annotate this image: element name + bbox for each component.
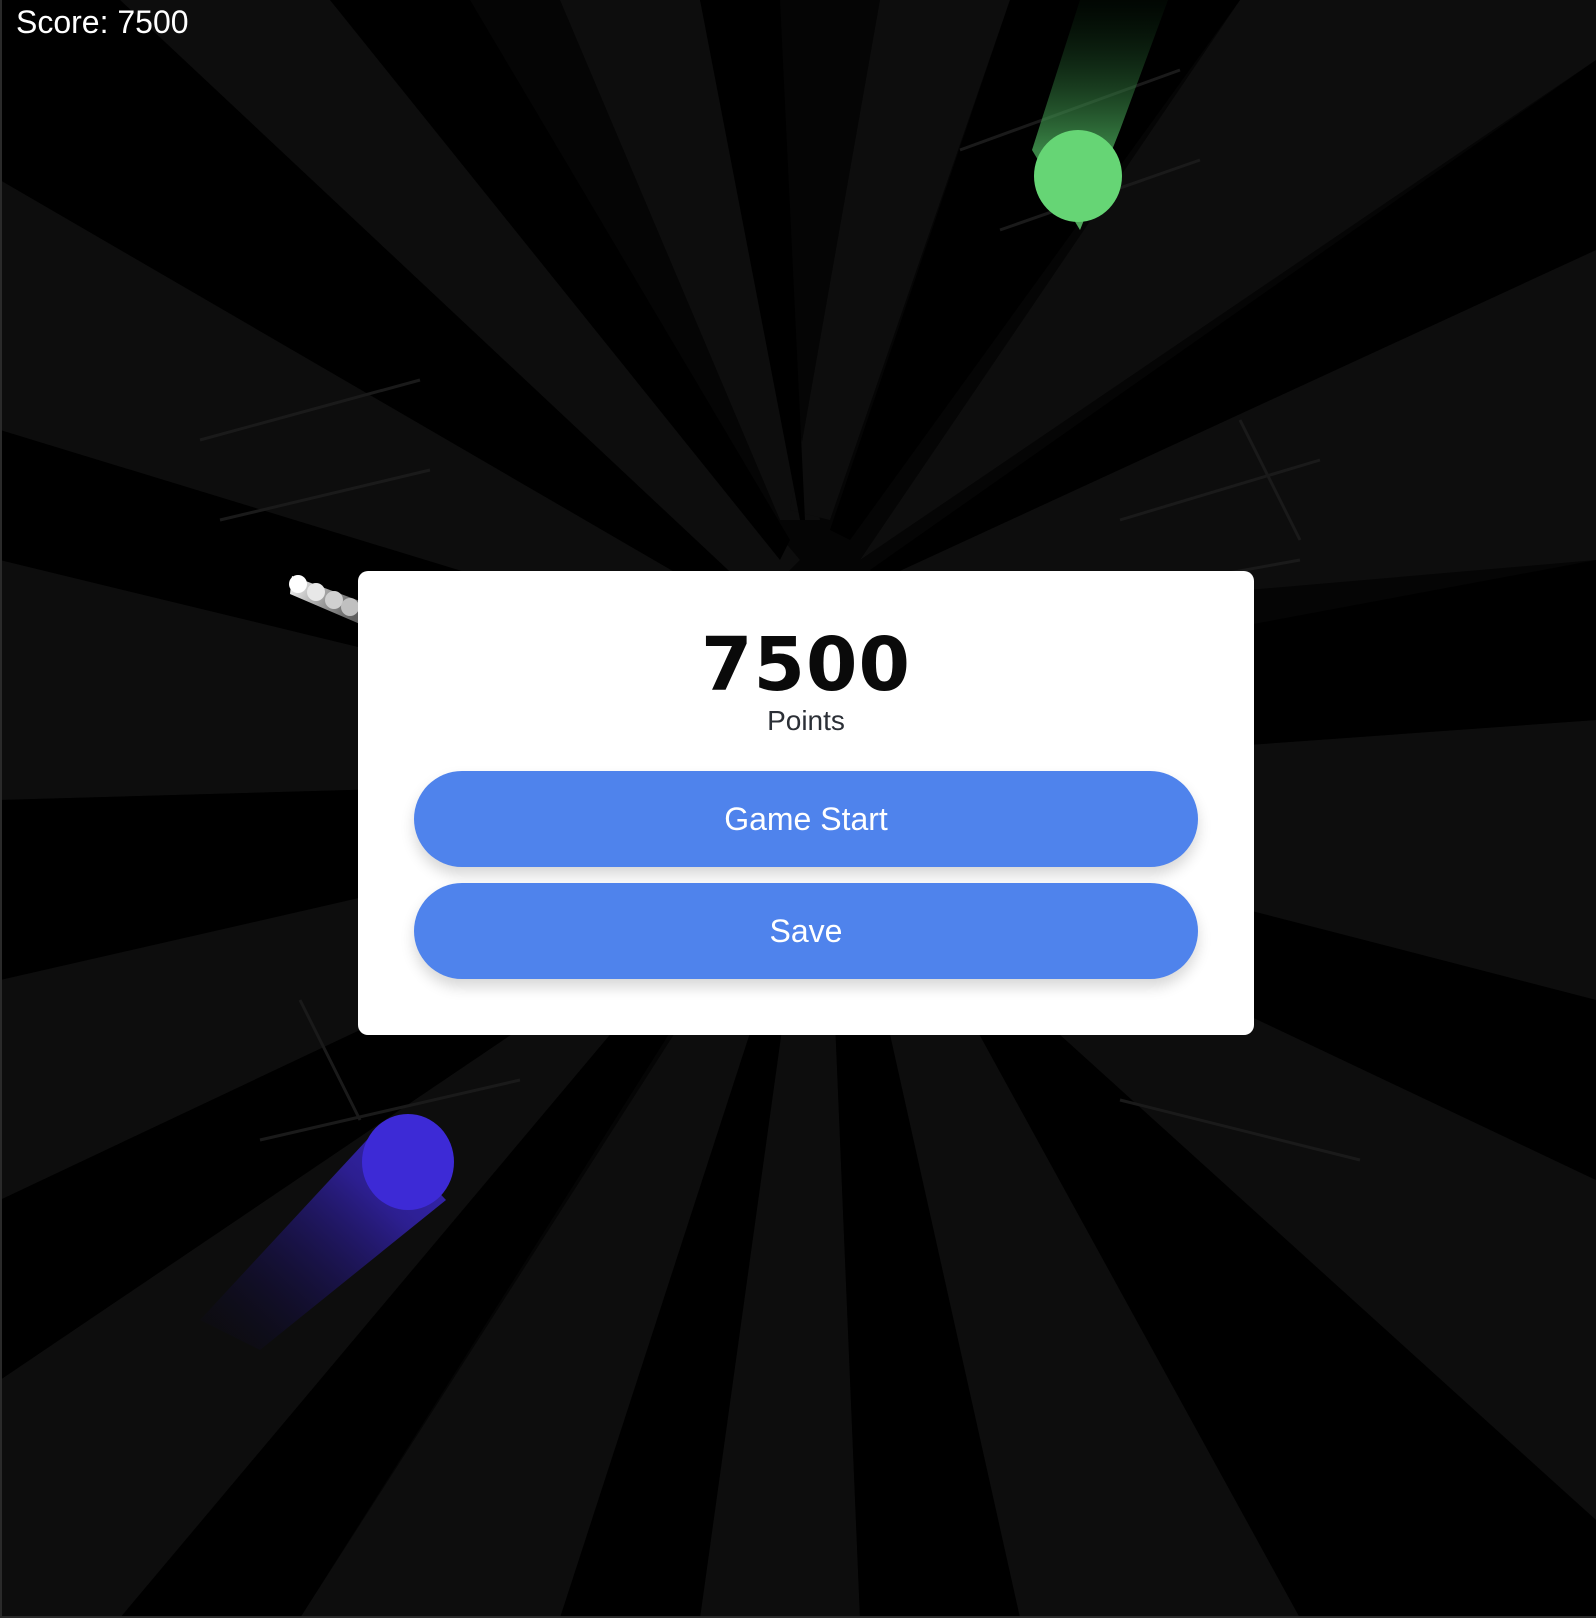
save-button[interactable]: Save xyxy=(414,883,1198,979)
game-canvas[interactable]: Score: 7500 7500 Points Game Start Save xyxy=(0,0,1596,1618)
score-value: 7500 xyxy=(117,4,189,40)
final-score: 7500 xyxy=(701,622,911,708)
score-readout: Score: 7500 xyxy=(16,2,189,42)
game-start-button[interactable]: Game Start xyxy=(414,771,1198,867)
game-over-dialog: 7500 Points Game Start Save xyxy=(358,571,1254,1035)
points-label: Points xyxy=(767,705,845,736)
score-label: Score: xyxy=(16,4,109,40)
